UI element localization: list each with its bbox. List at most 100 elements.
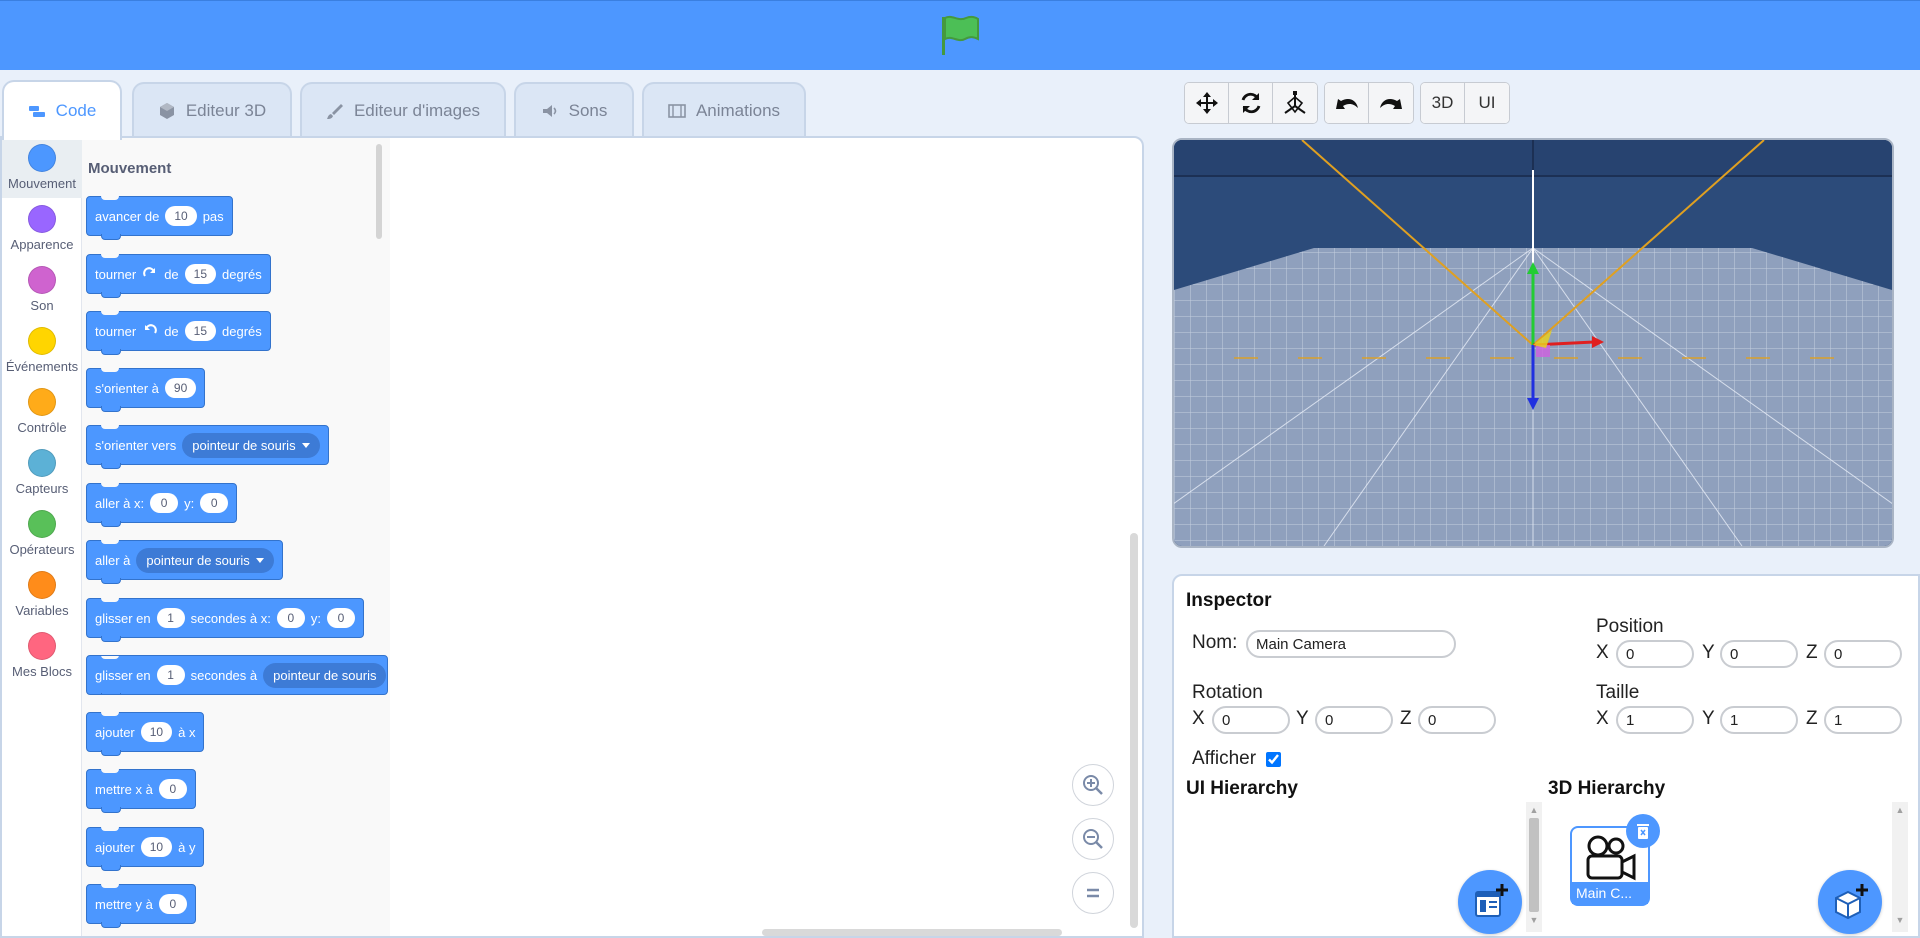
name-input[interactable] (1246, 630, 1456, 658)
workspace-vertical-scrollbar[interactable] (1130, 533, 1138, 928)
size-y-input[interactable] (1720, 706, 1798, 734)
film-icon (668, 104, 686, 118)
tab-animations[interactable]: Animations (642, 82, 806, 138)
category-mes-blocs[interactable]: Mes Blocs (2, 626, 82, 686)
category-mouvement[interactable]: Mouvement (2, 138, 82, 198)
undo-button[interactable] (1325, 83, 1369, 123)
view-3d-button[interactable]: 3D (1421, 83, 1465, 123)
scrollbar-thumb[interactable] (1529, 818, 1539, 912)
block-turn-right[interactable]: tourner de 15 degrés (86, 254, 271, 298)
category-evenements[interactable]: Événements (2, 321, 82, 381)
block-glide-xy[interactable]: glisser en 1 secondes à x: 0 y: 0 (86, 598, 364, 642)
block-input[interactable]: 0 (158, 779, 187, 799)
block-input[interactable]: 0 (150, 493, 179, 513)
position-y-input[interactable] (1720, 640, 1798, 668)
view-ui-button[interactable]: UI (1465, 83, 1509, 123)
category-controle[interactable]: Contrôle (2, 382, 82, 442)
block-change-x[interactable]: ajouter 10 à x (86, 712, 205, 756)
category-dot-variables (28, 571, 56, 599)
zoom-reset-button[interactable] (1072, 872, 1114, 914)
ui-hierarchy-scrollbar[interactable]: ▲ ▼ (1526, 802, 1542, 932)
tab-code[interactable]: Code (2, 80, 122, 140)
script-workspace[interactable] (390, 138, 1142, 936)
move-tool-button[interactable] (1185, 83, 1229, 123)
3d-viewport[interactable] (1172, 138, 1894, 548)
rotate-left-icon (145, 324, 158, 334)
category-son[interactable]: Son (2, 260, 82, 320)
ui-hierarchy-title: UI Hierarchy (1186, 778, 1298, 799)
size-x-input[interactable] (1616, 706, 1694, 734)
scale-tool-button[interactable] (1273, 83, 1317, 123)
block-input[interactable]: 10 (140, 837, 173, 857)
delete-object-button[interactable] (1626, 814, 1660, 848)
rotation-z-input[interactable] (1418, 706, 1496, 734)
scroll-down-icon[interactable]: ▼ (1526, 912, 1542, 928)
show-checkbox[interactable] (1266, 752, 1281, 767)
block-dropdown[interactable]: pointeur de souris (263, 662, 387, 688)
category-operateurs[interactable]: Opérateurs (2, 504, 82, 564)
block-goto-xy[interactable]: aller à x: 0 y: 0 (86, 483, 238, 527)
block-text: à y (178, 839, 196, 855)
block-point-direction[interactable]: s'orienter à 90 (86, 368, 206, 412)
green-flag-icon[interactable] (938, 13, 982, 57)
block-change-y[interactable]: ajouter 10 à y (86, 827, 205, 871)
block-glide-to[interactable]: glisser en 1 secondes à pointeur de sour… (86, 655, 388, 695)
palette-scrollbar[interactable] (376, 144, 382, 239)
block-set-x[interactable]: mettre x à 0 (86, 769, 196, 813)
dropdown-label: pointeur de souris (192, 437, 296, 453)
category-variables[interactable]: Variables (2, 565, 82, 625)
block-dropdown[interactable]: pointeur de souris (136, 547, 274, 573)
block-input[interactable]: 90 (164, 378, 197, 398)
block-turn-left[interactable]: tourner de 15 degrés (86, 311, 271, 355)
block-move-steps[interactable]: avancer de 10 pas (86, 196, 233, 240)
block-point-towards[interactable]: s'orienter vers pointeur de souris (86, 425, 329, 469)
rotation-x-input[interactable] (1212, 706, 1290, 734)
workspace-horizontal-scrollbar[interactable] (762, 929, 1062, 936)
block-dropdown[interactable]: pointeur de souris (182, 432, 320, 458)
block-set-y[interactable]: mettre y à 0 (86, 884, 196, 928)
position-z-label: Z (1806, 642, 1818, 663)
3d-hierarchy-scrollbar[interactable]: ▲ ▼ (1892, 802, 1908, 932)
block-input[interactable]: 10 (140, 722, 173, 742)
block-input[interactable]: 15 (184, 321, 217, 341)
rotation-y-input[interactable] (1315, 706, 1393, 734)
scrollbar-track[interactable] (1895, 818, 1905, 912)
transform-tools (1184, 82, 1318, 124)
cube-icon (159, 103, 174, 119)
hierarchy-object-main-camera[interactable]: Main C... (1570, 814, 1660, 906)
tab-3d-editor[interactable]: Editeur 3D (132, 82, 292, 138)
block-text: aller à x: (95, 495, 145, 511)
rotate-tool-button[interactable] (1229, 83, 1273, 123)
block-goto[interactable]: aller à pointeur de souris (86, 540, 283, 584)
editor-tabs: Code Editeur 3D Editeur d'images Sons An… (0, 80, 820, 140)
block-input[interactable]: 0 (326, 608, 355, 628)
zoom-out-button[interactable] (1072, 818, 1114, 860)
block-text: mettre y à (95, 896, 153, 912)
block-input[interactable]: 1 (156, 608, 185, 628)
scroll-down-icon[interactable]: ▼ (1892, 912, 1908, 928)
add-3d-object-button[interactable] (1818, 870, 1882, 934)
block-input[interactable]: 1 (156, 665, 185, 685)
category-capteurs[interactable]: Capteurs (2, 443, 82, 503)
redo-button[interactable] (1369, 83, 1413, 123)
rotation-z-label: Z (1400, 708, 1412, 729)
block-input[interactable]: 0 (200, 493, 229, 513)
inspector-panel: Inspector Nom: Position X Y Z Rotation X… (1172, 574, 1920, 938)
size-z-input[interactable] (1824, 706, 1902, 734)
block-input[interactable]: 0 (276, 608, 305, 628)
block-input[interactable]: 0 (158, 894, 187, 914)
tab-3d-editor-label: Editeur 3D (185, 101, 267, 120)
tab-sounds[interactable]: Sons (514, 82, 634, 138)
category-apparence[interactable]: Apparence (2, 199, 82, 259)
position-x-input[interactable] (1616, 640, 1694, 668)
block-input[interactable]: 10 (165, 206, 197, 226)
add-ui-element-button[interactable] (1458, 870, 1522, 934)
category-label: Variables (15, 603, 69, 618)
scroll-up-icon[interactable]: ▲ (1526, 802, 1542, 818)
scroll-up-icon[interactable]: ▲ (1892, 802, 1908, 818)
zoom-in-button[interactable] (1072, 764, 1114, 806)
tab-image-editor[interactable]: Editeur d'images (300, 82, 506, 138)
equals-icon (1087, 888, 1099, 898)
block-input[interactable]: 15 (184, 264, 217, 284)
position-z-input[interactable] (1824, 640, 1902, 668)
